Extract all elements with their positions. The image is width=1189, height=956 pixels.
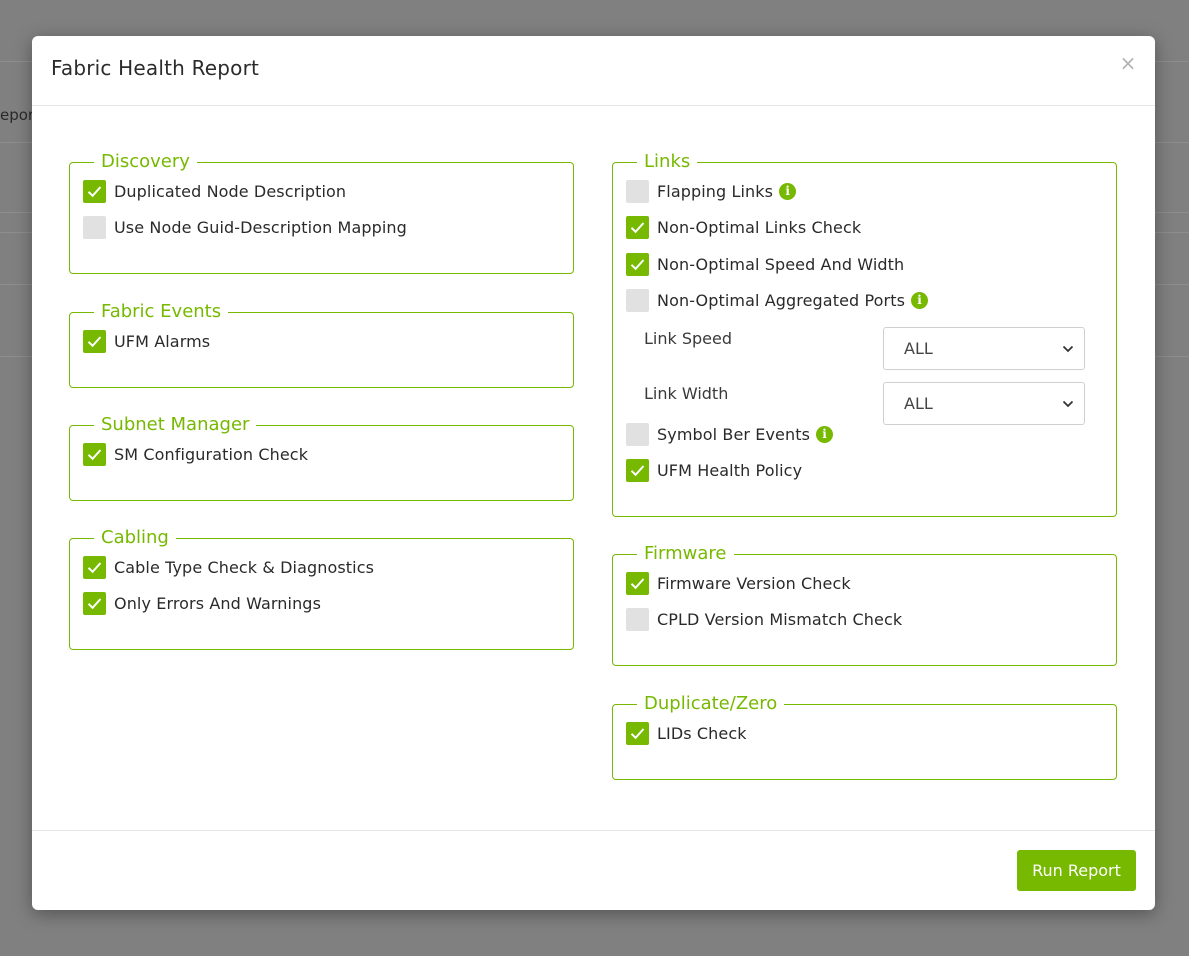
- checkbox-row-sm-configuration-check[interactable]: SM Configuration Check: [83, 442, 308, 466]
- checkbox-label: Only Errors And Warnings: [114, 593, 322, 613]
- checkbox-label: Cable Type Check & Diagnostics: [114, 557, 375, 577]
- fabric-health-report-dialog: Fabric Health Report × Discovery Duplica…: [32, 36, 1155, 910]
- close-icon[interactable]: ×: [1119, 52, 1137, 74]
- checkbox-ufm-health-policy[interactable]: [626, 458, 649, 482]
- checkbox-flapping-links[interactable]: [626, 179, 649, 203]
- modal-title: Fabric Health Report: [51, 56, 260, 80]
- checkbox-row-flapping-links[interactable]: Flapping Links i: [626, 179, 797, 203]
- group-links: Links Flapping Links i Non-Optimal Links…: [612, 150, 1117, 517]
- checkmark-icon: [630, 258, 645, 270]
- checkbox-row-cable-type-check[interactable]: Cable Type Check & Diagnostics: [83, 555, 374, 579]
- checkmark-icon: [630, 727, 645, 739]
- checkbox-row-duplicated-node-description[interactable]: Duplicated Node Description: [83, 179, 346, 203]
- checkbox-lids-check[interactable]: [626, 721, 649, 745]
- link-width-value: ALL: [904, 394, 933, 413]
- checkbox-firmware-version-check[interactable]: [626, 571, 649, 595]
- checkbox-label: CPLD Version Mismatch Check: [657, 609, 903, 629]
- info-icon[interactable]: i: [816, 425, 834, 443]
- modal-footer: Run Report: [32, 830, 1155, 910]
- checkbox-use-node-guid-description-mapping[interactable]: [83, 215, 106, 239]
- checkbox-sm-configuration-check[interactable]: [83, 442, 106, 466]
- checkmark-icon: [87, 448, 102, 460]
- checkbox-row-ufm-health-policy[interactable]: UFM Health Policy: [626, 458, 802, 482]
- checkbox-label: LIDs Check: [657, 723, 747, 743]
- checkbox-row-non-optimal-links-check[interactable]: Non-Optimal Links Check: [626, 215, 861, 239]
- group-firmware: Firmware Firmware Version Check CPLD Ver…: [612, 542, 1117, 666]
- checkbox-label: UFM Health Policy: [657, 460, 803, 480]
- checkbox-symbol-ber-events[interactable]: [626, 422, 649, 446]
- chevron-down-icon: [1062, 345, 1074, 352]
- checkmark-icon: [87, 561, 102, 573]
- checkbox-label: Non-Optimal Aggregated Ports: [657, 290, 906, 310]
- modal-header: Fabric Health Report ×: [32, 36, 1155, 106]
- checkbox-cpld-version-mismatch-check[interactable]: [626, 607, 649, 631]
- link-speed-value: ALL: [904, 339, 933, 358]
- checkbox-label: Duplicated Node Description: [114, 181, 347, 201]
- group-subnet-manager: Subnet Manager SM Configuration Check: [69, 413, 574, 501]
- checkbox-row-cpld-version-mismatch-check[interactable]: CPLD Version Mismatch Check: [626, 607, 902, 631]
- checkmark-icon: [87, 335, 102, 347]
- group-cabling: Cabling Cable Type Check & Diagnostics O…: [69, 526, 574, 650]
- checkbox-label: Use Node Guid-Description Mapping: [114, 217, 407, 237]
- group-title-cabling: Cabling: [94, 526, 176, 550]
- checkbox-duplicated-node-description[interactable]: [83, 179, 106, 203]
- checkmark-icon: [87, 185, 102, 197]
- checkbox-only-errors-and-warnings[interactable]: [83, 591, 106, 615]
- group-title-fabric-events: Fabric Events: [94, 300, 229, 324]
- checkbox-label: SM Configuration Check: [114, 444, 309, 464]
- group-title-firmware: Firmware: [637, 542, 734, 566]
- checkbox-label: Symbol Ber Events: [657, 424, 811, 444]
- checkbox-label: Non-Optimal Links Check: [657, 217, 862, 237]
- background-partial-text: epor: [0, 106, 35, 124]
- checkbox-row-use-node-guid-description-mapping[interactable]: Use Node Guid-Description Mapping: [83, 215, 407, 239]
- group-duplicate-zero: Duplicate/Zero LIDs Check: [612, 692, 1117, 780]
- checkbox-row-symbol-ber-events[interactable]: Symbol Ber Events i: [626, 422, 834, 446]
- checkbox-label: UFM Alarms: [114, 331, 211, 351]
- checkbox-row-lids-check[interactable]: LIDs Check: [626, 721, 747, 745]
- checkbox-row-non-optimal-speed-and-width[interactable]: Non-Optimal Speed And Width: [626, 252, 904, 276]
- checkbox-non-optimal-speed-and-width[interactable]: [626, 252, 649, 276]
- group-title-duplicate-zero: Duplicate/Zero: [637, 692, 785, 716]
- group-title-discovery: Discovery: [94, 150, 197, 174]
- checkbox-cable-type-check[interactable]: [83, 555, 106, 579]
- checkbox-row-firmware-version-check[interactable]: Firmware Version Check: [626, 571, 851, 595]
- link-width-label: Link Width: [644, 384, 729, 403]
- link-speed-select[interactable]: ALL: [883, 327, 1085, 370]
- checkmark-icon: [630, 464, 645, 476]
- info-icon[interactable]: i: [911, 291, 929, 309]
- checkbox-label: Non-Optimal Speed And Width: [657, 254, 905, 274]
- info-icon[interactable]: i: [779, 182, 797, 200]
- checkbox-row-ufm-alarms[interactable]: UFM Alarms: [83, 329, 210, 353]
- checkmark-icon: [630, 577, 645, 589]
- group-fabric-events: Fabric Events UFM Alarms: [69, 300, 574, 388]
- group-title-links: Links: [637, 150, 698, 174]
- checkbox-label: Firmware Version Check: [657, 573, 851, 593]
- checkbox-non-optimal-aggregated-ports[interactable]: [626, 288, 649, 312]
- run-report-button[interactable]: Run Report: [1017, 850, 1136, 891]
- checkbox-ufm-alarms[interactable]: [83, 329, 106, 353]
- checkmark-icon: [87, 597, 102, 609]
- checkbox-label: Flapping Links: [657, 181, 774, 201]
- chevron-down-icon: [1062, 400, 1074, 407]
- group-title-subnet-manager: Subnet Manager: [94, 413, 257, 437]
- link-speed-label: Link Speed: [644, 329, 733, 348]
- checkbox-row-only-errors-and-warnings[interactable]: Only Errors And Warnings: [83, 591, 321, 615]
- group-discovery: Discovery Duplicated Node Description Us…: [69, 150, 574, 274]
- checkmark-icon: [630, 221, 645, 233]
- checkbox-row-non-optimal-aggregated-ports[interactable]: Non-Optimal Aggregated Ports i: [626, 288, 929, 312]
- checkbox-non-optimal-links-check[interactable]: [626, 215, 649, 239]
- link-width-select[interactable]: ALL: [883, 382, 1085, 425]
